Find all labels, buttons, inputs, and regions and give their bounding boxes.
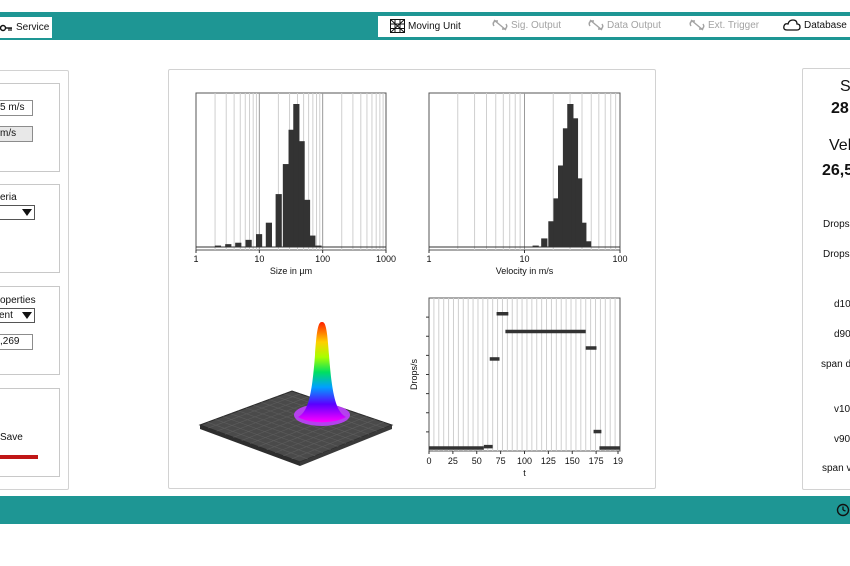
hist1-tick-label: 100 [315,254,330,264]
hist2-bar [541,238,548,247]
hist1-bar [275,194,282,247]
status-bar [0,496,850,524]
hist1-bar [255,234,263,247]
hist1-tick-label: 1 [193,254,198,264]
timeline-tick-label: 75 [496,456,506,466]
hist1-bar [265,222,272,247]
hist1-x-axis-label: Size in µm [270,266,312,276]
timeline-tick-label: 150 [565,456,580,466]
hist1-bar [282,164,290,247]
timeline-tick-label: 19 [613,456,623,466]
row-label-v90: v90 [834,434,850,445]
row-label-d10: d10 [834,299,850,310]
row-label-span-d: span d [821,359,850,370]
row-label-span-v: span v [822,463,850,474]
timeline-plot-area [428,297,621,452]
velocity-value: 26,5 [822,162,850,179]
velocity-title: Vel [829,137,850,154]
timeline-tick-label: 50 [472,456,482,466]
hist1-bar [298,141,305,247]
timeline-tick-label: 175 [589,456,604,466]
hist2-tick-label: 100 [612,254,627,264]
timeline-tick-label: 25 [448,456,458,466]
timeline-x-axis-label: t [523,468,526,478]
hist1-tick-label: 10 [254,254,264,264]
row-label-drops-2: Drops [823,249,850,260]
row-label-d90: d90 [834,329,850,340]
timeline-tick-label: 100 [517,456,532,466]
hist2-tick-label: 1 [426,254,431,264]
charts-canvas: 1 10 100 1000Size in µm1 10 100Velocity in m/… [193,92,628,478]
clock-icon [836,503,850,517]
timeline-tick-label: 125 [541,456,556,466]
results-panel [802,68,850,490]
hist1-bar [245,239,252,247]
row-label-v10: v10 [834,404,850,415]
timeline-tick-label: 0 [426,456,431,466]
row-label-drops-1: Drops [823,219,850,230]
size-title: S [840,78,850,95]
hist1-tick-label: 1000 [376,254,396,264]
hist1-bar [309,235,316,247]
timeline-y-axis-label: Drops/s [409,359,419,391]
hist1-bar [235,242,242,247]
hist1-bar [303,199,311,247]
hist2-tick-label: 10 [519,254,529,264]
surface-3d-plot [198,322,394,466]
hist2-bar [584,241,592,247]
size-value: 28 [831,100,849,117]
hist2-x-axis-label: Velocity in m/s [496,266,554,276]
